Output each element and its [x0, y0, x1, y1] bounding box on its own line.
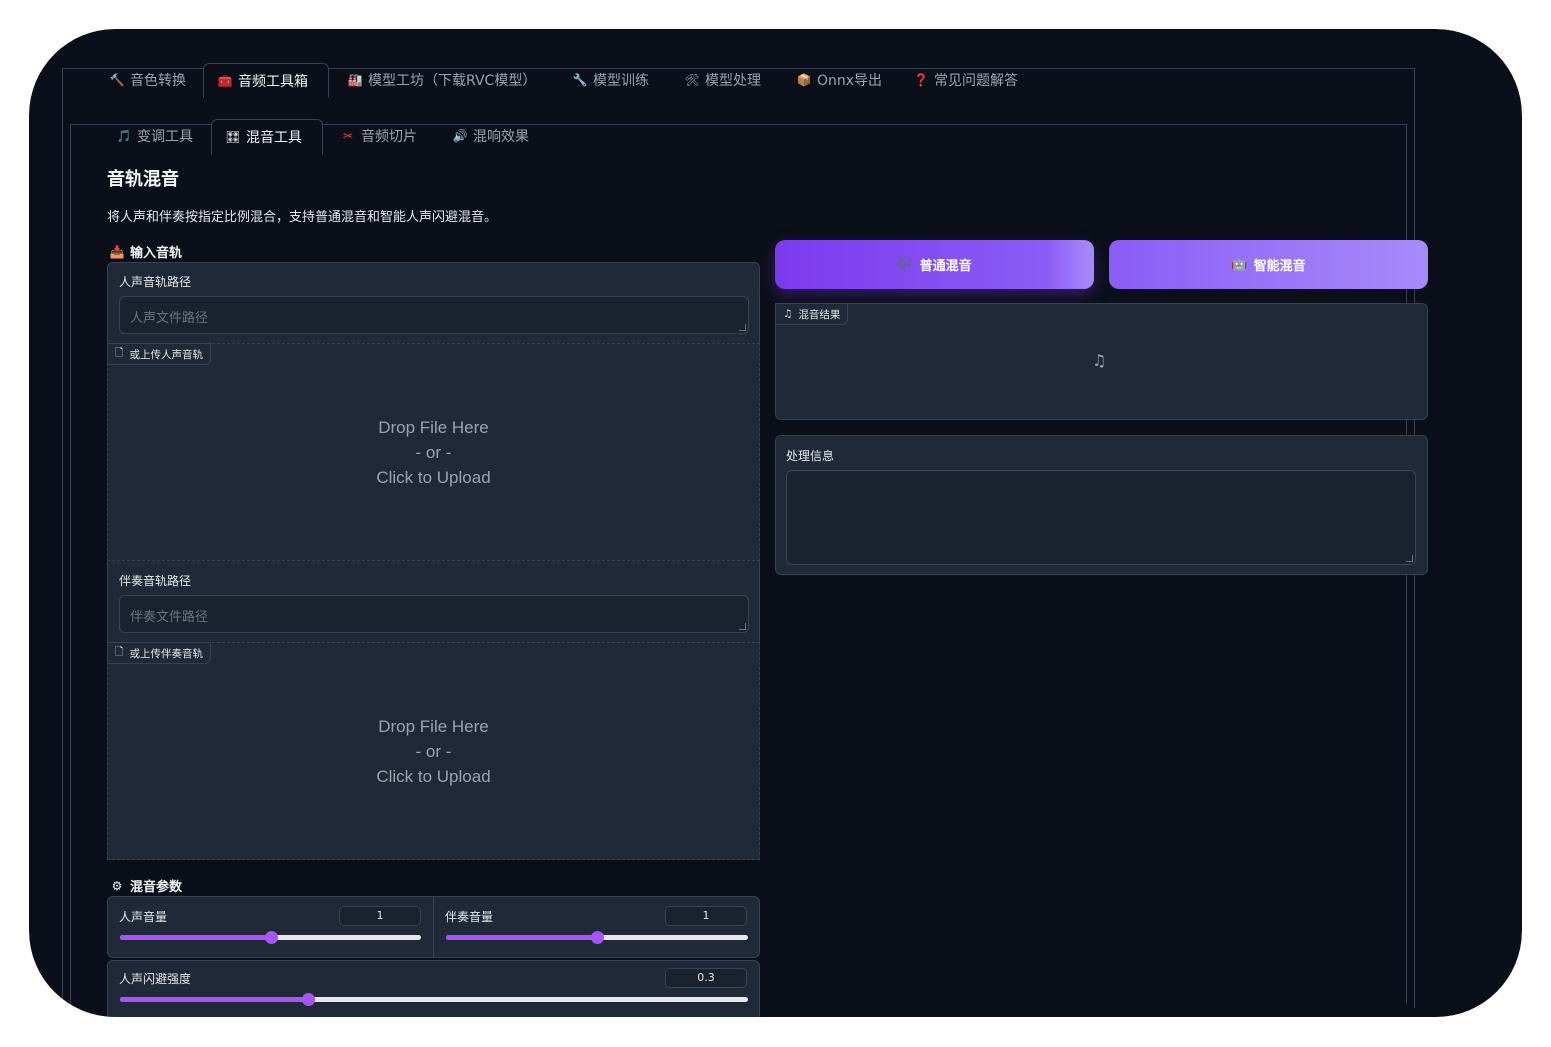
- tab-model-processing[interactable]: 🛠 模型处理: [671, 63, 775, 97]
- slider-fill: [120, 935, 271, 940]
- tab-reverb-effect[interactable]: 🔊 混响效果: [439, 119, 543, 153]
- slider-thumb[interactable]: [591, 931, 604, 944]
- tab-model-training[interactable]: 🔧 模型训练: [559, 63, 663, 97]
- normal-mix-button[interactable]: 🎶 普通混音: [775, 240, 1094, 289]
- normal-mix-label: 普通混音: [919, 259, 972, 274]
- mix-result-label: 混音结果: [798, 308, 841, 321]
- vocal-volume-number[interactable]: 1: [339, 906, 421, 926]
- scissors-icon: ✂: [342, 129, 354, 143]
- accomp-upload-label: 或上传伴奏音轨: [129, 647, 203, 660]
- speaker-icon: 🔊: [452, 129, 468, 143]
- tab-pitch-tool[interactable]: 🎵 变调工具: [103, 119, 207, 153]
- vocal-volume-slider[interactable]: [120, 931, 421, 944]
- accomp-upload-dropzone[interactable]: Drop File Here - or - Click to Upload: [107, 642, 760, 860]
- drop-text-line1: Drop File Here: [378, 418, 489, 437]
- vocal-path-input[interactable]: 人声文件路径: [119, 296, 749, 334]
- gear-icon: ⚙: [111, 878, 123, 893]
- accomp-path-placeholder: 伴奏文件路径: [130, 610, 209, 625]
- music-note-icon: ♫: [1092, 351, 1107, 370]
- mix-params-title: 混音参数: [130, 880, 183, 895]
- toolbox-icon: 🧰: [217, 73, 233, 88]
- vocal-upload-label: 或上传人声音轨: [129, 348, 203, 361]
- drop-text-line3: Click to Upload: [376, 767, 491, 786]
- tab-label: 音频切片: [361, 129, 417, 145]
- slider-fill: [120, 997, 309, 1002]
- music-note-icon: ♫: [783, 308, 793, 320]
- page-description: 将人声和伴奏按指定比例混合，支持普通混音和智能人声闪避混音。: [107, 210, 498, 225]
- mix-result-badge: ♫ 混音结果: [775, 303, 849, 325]
- accomp-upload-badge: 🗋 或上传伴奏音轨: [107, 642, 211, 664]
- ducking-number[interactable]: 0.3: [665, 968, 747, 988]
- tab-label: 模型处理: [705, 73, 761, 89]
- tab-onnx-export[interactable]: 📦 Onnx导出: [783, 63, 896, 97]
- mix-params-label: ⚙ 混音参数: [110, 876, 183, 896]
- info-textarea[interactable]: [786, 470, 1416, 565]
- slider-fill: [446, 935, 597, 940]
- tab-faq[interactable]: ❓ 常见问题解答: [900, 63, 1032, 97]
- resize-handle[interactable]: [739, 324, 746, 331]
- smart-mix-button[interactable]: 🤖 智能混音: [1109, 240, 1428, 289]
- accomp-volume-number[interactable]: 1: [665, 906, 747, 926]
- accomp-path-input[interactable]: 伴奏文件路径: [119, 595, 749, 633]
- tab-label: 混响效果: [473, 129, 529, 145]
- inbox-icon: 📥: [109, 244, 125, 259]
- tab-mix-tool[interactable]: 🎛 混音工具: [211, 119, 323, 155]
- ducking-row: [107, 960, 760, 1030]
- tools-icon: 🛠: [684, 73, 700, 87]
- tab-label: 混音工具: [246, 130, 302, 146]
- mixer-icon: 🎛: [225, 130, 241, 144]
- drop-text-line2: - or -: [415, 443, 452, 462]
- accomp-path-label: 伴奏音轨路径: [119, 574, 192, 588]
- tab-label: 模型工坊（下载RVC模型）: [368, 73, 537, 89]
- resize-handle[interactable]: [739, 623, 746, 630]
- package-icon: 📦: [796, 73, 812, 87]
- music-note-icon: 🎵: [116, 129, 132, 143]
- vocal-volume-label: 人声音量: [119, 910, 168, 924]
- factory-icon: 🏭: [347, 73, 363, 87]
- tab-model-workshop[interactable]: 🏭 模型工坊（下载RVC模型）: [334, 63, 550, 97]
- hammer-icon: 🔨: [109, 73, 125, 87]
- vocal-path-placeholder: 人声文件路径: [130, 311, 209, 326]
- question-icon: ❓: [913, 73, 929, 87]
- tab-label: 模型训练: [593, 73, 649, 89]
- tab-audio-slicing[interactable]: ✂ 音频切片: [327, 119, 431, 153]
- divider: [433, 897, 434, 957]
- drop-text-line3: Click to Upload: [376, 468, 491, 487]
- tab-label: 音色转换: [130, 73, 186, 89]
- tab-audio-toolbox[interactable]: 🧰 音频工具箱: [203, 63, 329, 98]
- drop-text-line1: Drop File Here: [378, 717, 489, 736]
- vocal-upload-badge: 🗋 或上传人声音轨: [107, 343, 211, 365]
- vocal-upload-dropzone[interactable]: Drop File Here - or - Click to Upload: [107, 343, 760, 561]
- accomp-volume-label: 伴奏音量: [445, 910, 494, 924]
- ducking-slider[interactable]: [120, 993, 748, 1006]
- smart-mix-label: 智能混音: [1253, 259, 1306, 274]
- tab-label: 变调工具: [137, 129, 193, 145]
- mix-result-audio: ♫: [775, 303, 1428, 420]
- slider-thumb[interactable]: [264, 931, 278, 944]
- wrench-icon: 🔧: [572, 73, 588, 87]
- info-label: 处理信息: [786, 449, 835, 463]
- tab-voice-conversion[interactable]: 🔨 音色转换: [96, 63, 200, 97]
- input-section-title: 输入音轨: [130, 246, 183, 261]
- drop-text-line2: - or -: [415, 742, 452, 761]
- resize-handle[interactable]: [1406, 555, 1413, 562]
- tab-label: 常见问题解答: [934, 73, 1018, 89]
- ducking-label: 人声闪避强度: [119, 972, 192, 986]
- tab-label: Onnx导出: [817, 73, 883, 89]
- vocal-path-label: 人声音轨路径: [119, 275, 192, 289]
- file-icon: 🗋: [115, 347, 124, 359]
- accomp-volume-slider[interactable]: [446, 931, 748, 944]
- file-icon: 🗋: [115, 646, 124, 658]
- tab-label: 音频工具箱: [238, 73, 308, 90]
- page-title: 音轨混音: [107, 169, 179, 190]
- robot-icon: 🤖: [1231, 257, 1248, 272]
- mix-icon: 🎶: [897, 257, 914, 272]
- input-section-label: 📥 输入音轨: [109, 242, 183, 262]
